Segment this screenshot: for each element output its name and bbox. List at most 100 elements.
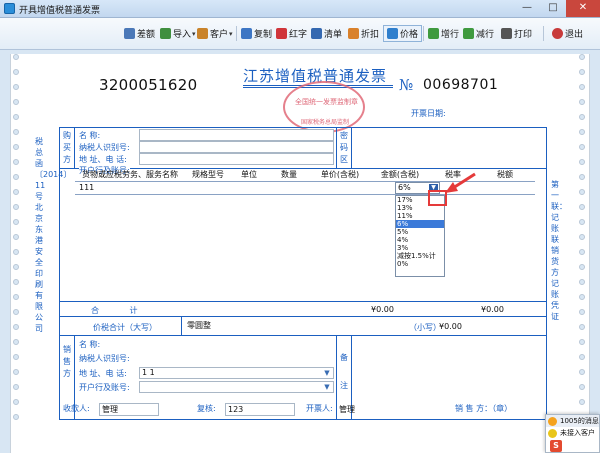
buyer-address-field[interactable]	[139, 153, 334, 165]
buyer-name-label: 名 称:	[79, 131, 101, 140]
toolbar: 差额 导入 ▾ 客户 ▾ 复制 红字 清单 折扣 价格 增行 减行 打印 退出	[0, 18, 600, 50]
app-logo-icon: S	[550, 440, 562, 452]
delete-row-button[interactable]: 减行	[463, 25, 494, 42]
tax-rate-option[interactable]: 减按1.5%计	[396, 252, 444, 260]
seller-bank-field[interactable]: ▼	[139, 381, 334, 393]
chevron-down-icon[interactable]: ▼	[323, 383, 331, 391]
reviewer-label: 复核:	[197, 404, 216, 413]
total-tax: ¥0.00	[481, 305, 504, 314]
print-button[interactable]: 打印	[501, 25, 532, 42]
title-bar: 开具增值税普通发票 — □ ✕	[0, 0, 600, 18]
col-unit: 单位	[241, 170, 257, 179]
app-icon	[4, 3, 15, 14]
tax-rate-option[interactable]: 4%	[396, 236, 444, 244]
annotation-arrow-icon	[445, 172, 476, 193]
discount-button[interactable]: 折扣	[348, 25, 379, 42]
exit-icon	[552, 28, 563, 39]
print-icon	[501, 28, 512, 39]
price-button[interactable]: 价格	[383, 25, 423, 42]
list-icon	[311, 28, 322, 39]
maximize-button[interactable]: □	[540, 0, 566, 17]
total-label: 合 计	[91, 306, 152, 315]
item-name-cell[interactable]: 111	[79, 182, 94, 194]
chevron-down-icon: ▾	[192, 29, 196, 38]
tax-rate-option[interactable]: 0%	[396, 260, 444, 268]
tax-rate-option[interactable]: 3%	[396, 244, 444, 252]
reviewer-field[interactable]: 123	[225, 403, 295, 416]
invoice-paper: 3200051620 江苏增值税普通发票 全国统一发票监制章 国家税务总局监制 …	[10, 54, 590, 453]
message-notification[interactable]: 1005的消息 未接入客户 S	[545, 414, 600, 453]
delete-row-icon	[463, 28, 474, 39]
seal-text: 全国统一发票监制章	[295, 98, 358, 106]
customer-button[interactable]: 客户 ▾	[197, 25, 233, 42]
seller-bank-label: 开户行及账号:	[79, 383, 130, 392]
issue-date-label: 开票日期:	[411, 109, 446, 118]
tax-rate-option-selected[interactable]: 6%	[396, 220, 444, 228]
printer-note: 税总函〔2014〕11号北京东港安全印刷有限公司	[35, 137, 72, 333]
invoice-number: 00698701	[423, 77, 499, 93]
drawer-label: 开票人:	[306, 404, 333, 413]
col-tax-amount: 税额	[497, 170, 513, 179]
copy-button[interactable]: 复制	[241, 25, 272, 42]
cipher-area-label: 密码区	[340, 131, 348, 164]
import-icon	[160, 28, 171, 39]
difference-button[interactable]: 差额	[124, 25, 155, 42]
tax-rate-option[interactable]: 11%	[396, 212, 444, 220]
red-invoice-button[interactable]: 红字	[276, 25, 307, 42]
import-button[interactable]: 导入 ▾	[160, 25, 196, 42]
invoice-code: 3200051620	[99, 76, 198, 94]
tax-rate-option[interactable]: 5%	[396, 228, 444, 236]
list-button[interactable]: 清单	[311, 25, 342, 42]
notification-body: 未接入客户	[546, 427, 599, 439]
seal-subtext: 国家税务总局监制	[301, 119, 350, 126]
seller-taxid-label: 纳税人识别号:	[79, 354, 130, 363]
add-row-button[interactable]: 增行	[428, 25, 459, 42]
sum-upper-label: 价税合计（大写）	[93, 323, 157, 332]
seller-address-field[interactable]: 1 1 ▼	[139, 367, 334, 379]
seller-address-label: 地 址、电 话:	[79, 369, 127, 378]
payee-field[interactable]: 管理	[99, 403, 159, 416]
number-sign: №	[399, 76, 414, 94]
sum-lower-value: ¥0.00	[439, 322, 462, 331]
minimize-button[interactable]: —	[514, 0, 540, 17]
add-row-icon	[428, 28, 439, 39]
message-icon	[548, 417, 557, 426]
chevron-down-icon[interactable]: ▼	[323, 369, 331, 377]
sum-upper-value: 零圆整	[187, 321, 211, 330]
col-goods-name: 货物或应税劳务、服务名称	[82, 170, 178, 179]
seller-sign-label: 销 售 方：（章）	[455, 404, 513, 413]
col-amount: 金额(含税)	[380, 170, 420, 179]
remark-label: 备注	[340, 353, 348, 390]
customer-icon	[197, 28, 208, 39]
toolbar-separator	[423, 26, 424, 41]
tax-rate-dropdown[interactable]: 17% 13% 11% 6% 5% 4% 3% 减按1.5%计 0%	[395, 195, 445, 277]
toolbar-separator	[236, 26, 237, 41]
total-amount: ¥0.00	[371, 305, 394, 314]
buyer-address-label: 地 址、电 话:	[79, 155, 127, 164]
toolbar-separator	[543, 26, 544, 41]
sum-lower-label: （小写）	[409, 323, 441, 332]
smiley-icon	[548, 429, 557, 438]
discount-icon	[348, 28, 359, 39]
col-spec: 规格型号	[192, 170, 224, 179]
tractor-holes-right	[579, 54, 587, 453]
payee-label: 收款人:	[63, 404, 90, 413]
tractor-holes-left	[13, 54, 21, 453]
drawer-value: 管理	[339, 405, 355, 414]
seller-section-label: 销售方	[63, 345, 71, 378]
close-button[interactable]: ✕	[566, 0, 600, 17]
window-title: 开具增值税普通发票	[19, 6, 101, 16]
col-unit-price: 单价(含税)	[320, 170, 360, 179]
official-seal: 全国统一发票监制章 国家税务总局监制	[283, 81, 365, 133]
notification-title: 1005的消息	[546, 415, 599, 427]
price-icon	[387, 28, 398, 39]
chevron-down-icon: ▾	[229, 29, 233, 38]
buyer-section-label: 购买方	[63, 131, 71, 164]
copy-note: 第一联：记账联 销货方记账凭证	[551, 180, 567, 321]
buyer-taxid-field[interactable]	[139, 141, 334, 153]
difference-icon	[124, 28, 135, 39]
red-invoice-icon	[276, 28, 287, 39]
seller-name-label: 名 称:	[79, 340, 101, 349]
buyer-name-field[interactable]	[139, 129, 334, 141]
exit-button[interactable]: 退出	[552, 25, 583, 42]
